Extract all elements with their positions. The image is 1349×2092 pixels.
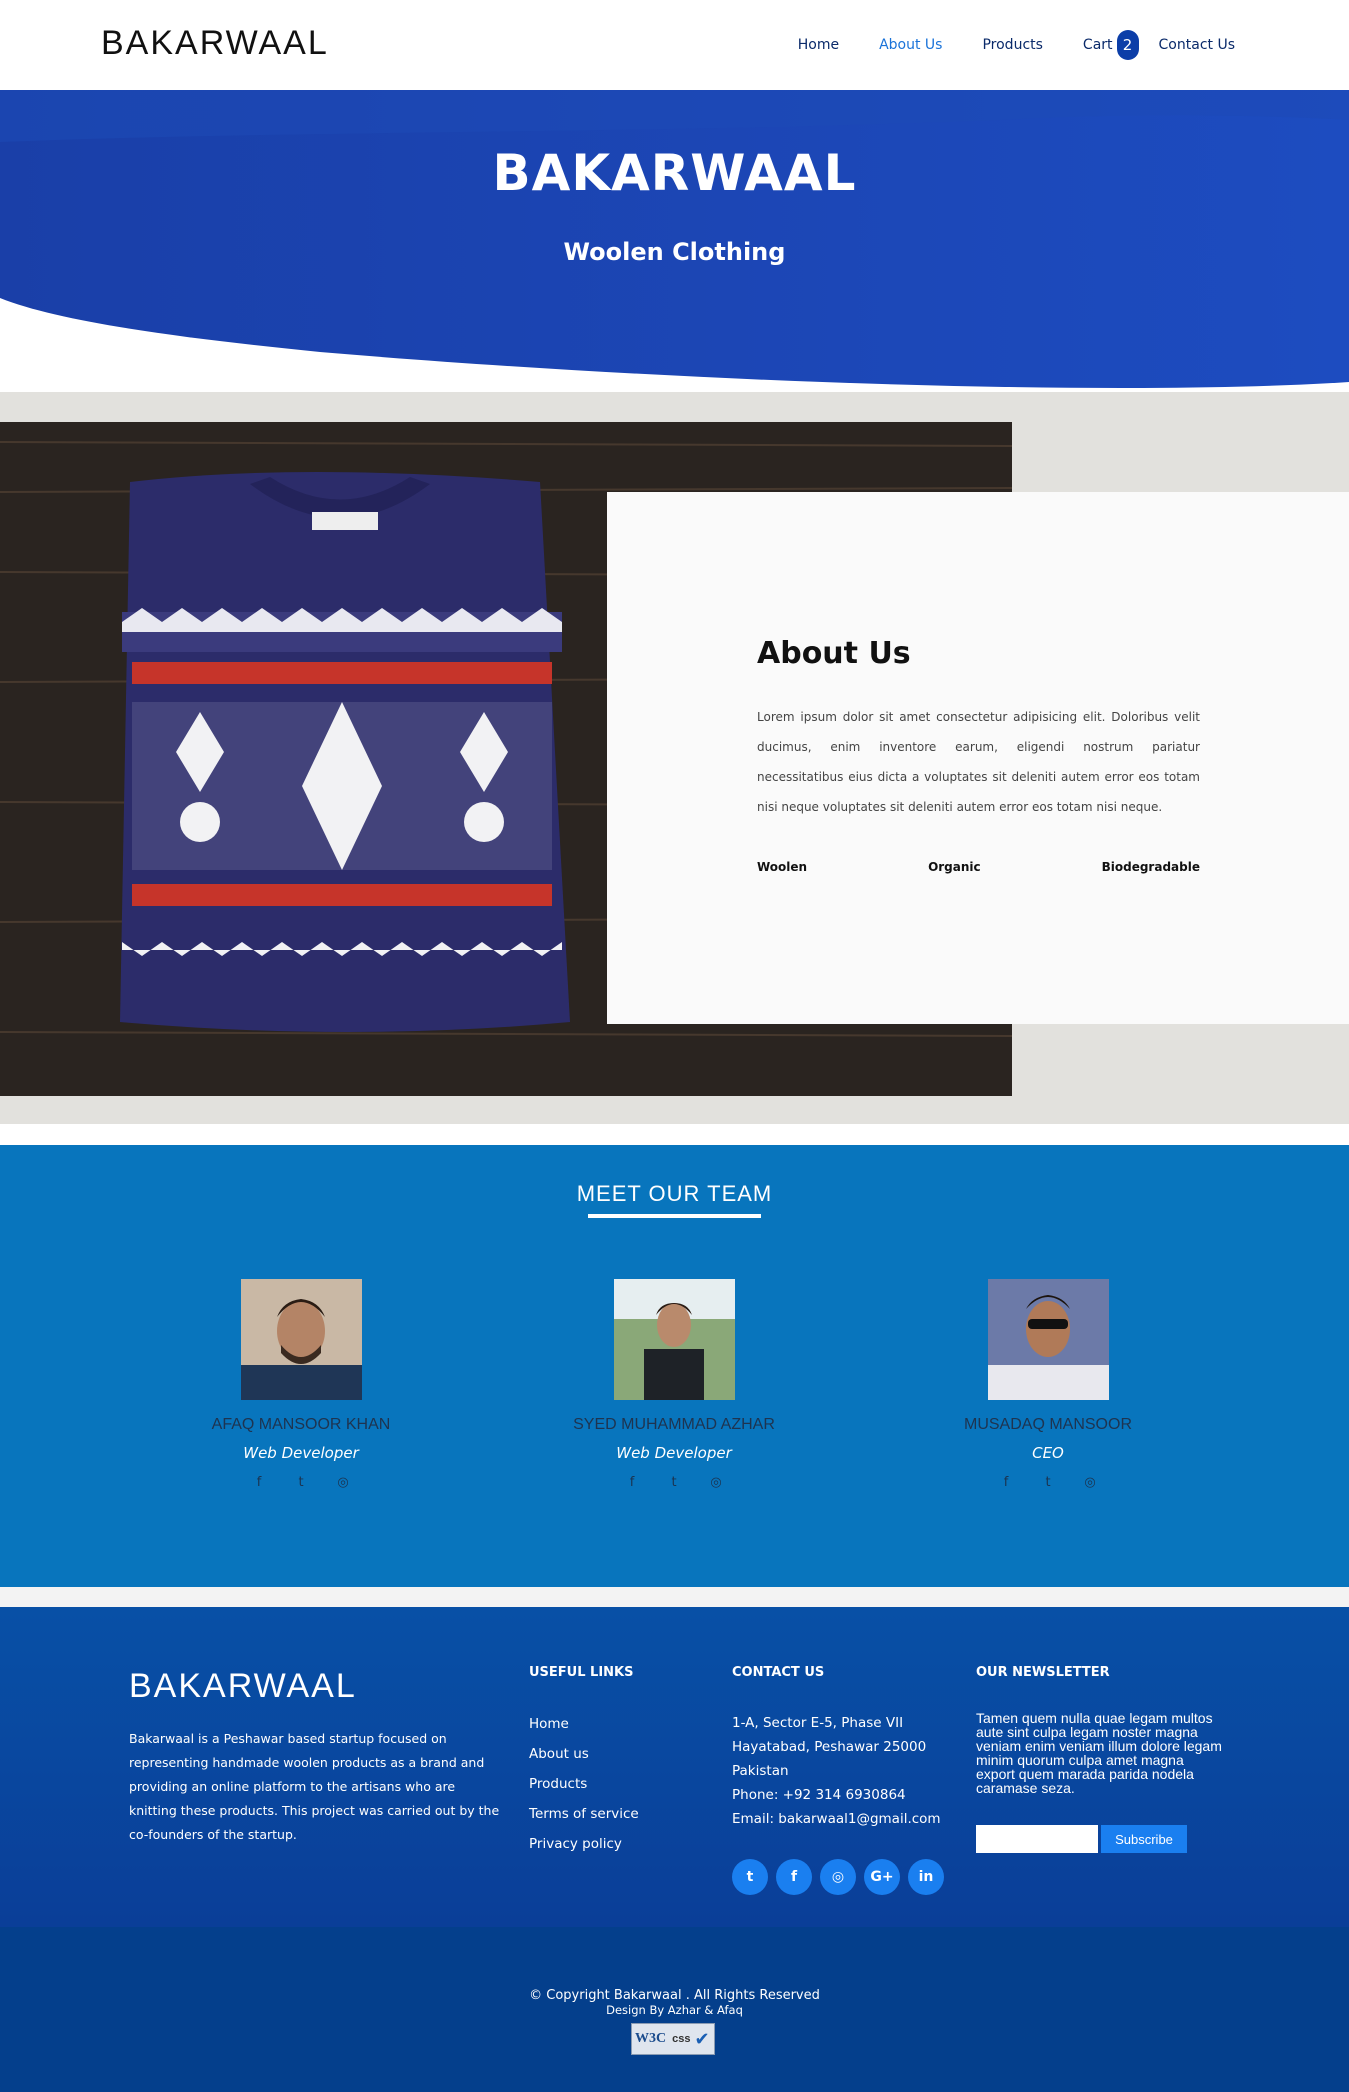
footer-social-links: t f ◎ G+ in: [732, 1859, 944, 1895]
member-avatar: [987, 1279, 1109, 1400]
team-section: MEET OUR TEAM AFAQ MANSOOR KHAN Web Deve…: [0, 1145, 1349, 1587]
subscribe-button[interactable]: Subscribe: [1101, 1825, 1187, 1853]
about-card: About Us Lorem ipsum dolor sit amet cons…: [607, 492, 1349, 1024]
contact-details: 1-A, Sector E-5, Phase VII Hayatabad, Pe…: [732, 1711, 941, 1831]
member-role: CEO: [1032, 1444, 1064, 1462]
facebook-icon[interactable]: f: [997, 1474, 1015, 1492]
nav-cart-link[interactable]: Cart 2: [1083, 30, 1139, 60]
team-member-card: AFAQ MANSOOR KHAN Web Developer f t ◎: [151, 1279, 451, 1492]
instagram-icon[interactable]: ◎: [707, 1474, 725, 1492]
member-name: SYED MUHAMMAD AZHAR: [573, 1416, 775, 1433]
newsletter-email-input[interactable]: [976, 1825, 1098, 1853]
useful-links-heading: USEFUL LINKS: [529, 1665, 634, 1680]
newsletter-heading: OUR NEWSLETTER: [976, 1665, 1110, 1680]
member-social-links: f t ◎: [898, 1474, 1198, 1492]
member-name: MUSADAQ MANSOOR: [963, 1416, 1132, 1433]
nav-contact-link[interactable]: Contact Us: [1159, 30, 1235, 60]
facebook-icon[interactable]: f: [776, 1859, 812, 1895]
instagram-icon[interactable]: ◎: [1081, 1474, 1099, 1492]
main-menu: Home About Us Products Cart 2 Contact Us: [758, 30, 1235, 60]
contact-phone: Phone: +92 314 6930864: [732, 1787, 906, 1803]
hero-subtitle: Woolen Clothing: [563, 238, 786, 266]
member-social-links: f t ◎: [151, 1474, 451, 1492]
linkedin-icon[interactable]: in: [908, 1859, 944, 1895]
nav-products-link[interactable]: Products: [982, 30, 1042, 60]
about-section: About Us Lorem ipsum dolor sit amet cons…: [0, 392, 1349, 1124]
hero-banner: BAKARWAAL Woolen Clothing: [0, 90, 1349, 392]
footer-link-about[interactable]: About us: [529, 1744, 639, 1774]
footer: BAKARWAAL Bakarwaal is a Peshawar based …: [0, 1607, 1349, 1927]
member-avatar: [240, 1279, 362, 1400]
twitter-icon[interactable]: t: [1039, 1474, 1057, 1492]
nav-home-link[interactable]: Home: [798, 30, 839, 60]
contact-email: Email: bakarwaal1@gmail.com: [732, 1811, 941, 1827]
about-description: Lorem ipsum dolor sit amet consectetur a…: [757, 710, 1200, 814]
member-avatar: [613, 1279, 735, 1400]
feature-biodegradable: Biodegradable: [1101, 860, 1200, 874]
footer-link-terms[interactable]: Terms of service: [529, 1804, 639, 1834]
hero-title: BAKARWAAL: [492, 144, 857, 202]
twitter-icon[interactable]: t: [665, 1474, 683, 1492]
team-member-card: MUSADAQ MANSOOR CEO f t ◎: [898, 1279, 1198, 1492]
member-role: Web Developer: [243, 1444, 359, 1462]
useful-links-list: Home About us Products Terms of service …: [529, 1714, 639, 1864]
google-plus-icon[interactable]: G+: [864, 1859, 900, 1895]
facebook-icon[interactable]: f: [623, 1474, 641, 1492]
css-label: css: [672, 2033, 691, 2045]
cart-label: Cart: [1082, 37, 1113, 53]
feature-list: Woolen Organic Biodegradable: [757, 860, 1200, 874]
copyright-text: © Copyright Bakarwaal . All Rights Reser…: [529, 1988, 820, 2003]
top-navbar: BAKARWAAL Home About Us Products Cart 2 C…: [0, 0, 1349, 90]
title-underline: [588, 1214, 761, 1218]
nav-about-link[interactable]: About Us: [879, 30, 942, 60]
address-line: 1-A, Sector E-5, Phase VII: [732, 1715, 904, 1731]
footer-about-text: Bakarwaal is a Peshawar based startup fo…: [129, 1731, 500, 1842]
twitter-icon[interactable]: t: [732, 1859, 768, 1895]
footer-link-home[interactable]: Home: [529, 1714, 639, 1744]
team-title: MEET OUR TEAM: [576, 1181, 773, 1206]
about-title: About Us: [757, 636, 911, 671]
facebook-icon[interactable]: f: [250, 1474, 268, 1492]
member-name: AFAQ MANSOOR KHAN: [211, 1416, 391, 1433]
team-member-card: SYED MUHAMMAD AZHAR Web Developer f t ◎: [524, 1279, 824, 1492]
address-line: Pakistan: [732, 1763, 789, 1779]
footer-bottom-bar: © Copyright Bakarwaal . All Rights Reser…: [0, 1927, 1349, 2092]
feature-woolen: Woolen: [757, 860, 808, 874]
member-role: Web Developer: [616, 1444, 732, 1462]
newsletter-text: Tamen quem nulla quae legam multos aute …: [976, 1710, 1222, 1796]
twitter-icon[interactable]: t: [292, 1474, 310, 1492]
checkmark-icon: ✔: [694, 2028, 710, 2050]
footer-link-privacy[interactable]: Privacy policy: [529, 1834, 639, 1864]
design-credit: Design By Azhar & Afaq: [606, 2003, 743, 2017]
w3c-css-badge[interactable]: W3C css ✔: [631, 2023, 715, 2055]
address-line: Hayatabad, Peshawar 25000: [732, 1739, 927, 1755]
member-social-links: f t ◎: [524, 1474, 824, 1492]
instagram-icon[interactable]: ◎: [820, 1859, 856, 1895]
instagram-icon[interactable]: ◎: [334, 1474, 352, 1492]
feature-organic: Organic: [928, 860, 981, 874]
w3c-logo: W3C: [635, 2031, 667, 2046]
contact-heading: CONTACT US: [732, 1665, 825, 1680]
footer-link-products[interactable]: Products: [529, 1774, 639, 1804]
cart-count-badge: 2: [1116, 30, 1139, 60]
section-divider: [0, 1587, 1349, 1607]
site-logo[interactable]: BAKARWAAL: [101, 24, 329, 63]
footer-logo: BAKARWAAL: [129, 1667, 357, 1705]
